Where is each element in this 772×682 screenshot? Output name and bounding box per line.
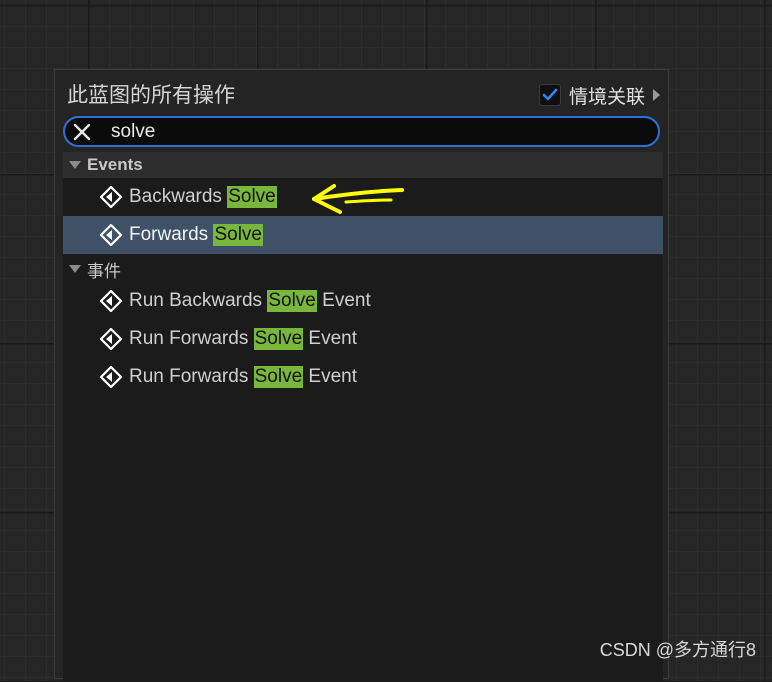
checkmark-icon — [542, 88, 558, 101]
event-node-icon — [99, 185, 123, 209]
search-box[interactable] — [63, 116, 660, 147]
panel-title: 此蓝图的所有操作 — [67, 83, 235, 107]
item-text-suffix: Event — [303, 328, 358, 349]
category-label: 事件 — [87, 261, 121, 281]
search-match-highlight: Solve — [213, 224, 263, 246]
search-match-highlight: Solve — [227, 186, 277, 208]
list-item-run-backwards-solve-event[interactable]: Run Backwards Solve Event — [63, 282, 663, 320]
item-text-prefix: Run Forwards — [129, 328, 254, 349]
action-menu-panel: 此蓝图的所有操作 情境关联 Events Backwards — [54, 69, 669, 682]
yellow-arrow-annotation-icon — [312, 184, 404, 214]
item-text-prefix: Run Backwards — [129, 290, 268, 311]
collapse-arrow-icon[interactable] — [69, 161, 81, 169]
item-text-suffix: Event — [303, 366, 358, 387]
item-text-prefix: Backwards — [129, 186, 228, 207]
clear-search-icon[interactable] — [73, 123, 91, 141]
category-events[interactable]: Events — [63, 152, 663, 178]
search-match-highlight: Solve — [267, 290, 317, 312]
category-label: Events — [87, 155, 143, 174]
context-sensitive-checkbox[interactable] — [538, 84, 561, 106]
context-sensitive-label: 情境关联 — [568, 85, 645, 108]
item-text-prefix: Forwards — [129, 224, 214, 245]
search-match-highlight: Solve — [253, 366, 304, 388]
context-sensitive-toggle[interactable]: 情境关联 — [538, 82, 660, 108]
list-item-run-forwards-solve-event-2[interactable]: Run Forwards Solve Event — [63, 358, 663, 396]
event-node-icon — [99, 365, 123, 389]
list-item-forwards-solve[interactable]: Forwards Solve — [63, 216, 663, 254]
expand-right-icon[interactable] — [653, 89, 660, 101]
collapse-arrow-icon[interactable] — [69, 265, 81, 273]
search-input[interactable] — [111, 120, 631, 144]
item-text-prefix: Run Forwards — [129, 366, 254, 387]
event-node-icon — [99, 289, 123, 313]
action-list: Events Backwards Solve Forwards Solve 事件 — [63, 152, 663, 682]
panel-header: 此蓝图的所有操作 情境关联 — [67, 80, 660, 110]
event-node-icon — [99, 223, 123, 247]
watermark: CSDN @多方通行8 — [599, 640, 756, 660]
event-node-icon — [99, 327, 123, 351]
list-item-run-forwards-solve-event[interactable]: Run Forwards Solve Event — [63, 320, 663, 358]
category-shijian[interactable]: 事件 — [63, 256, 663, 282]
item-text-suffix: Event — [316, 290, 371, 311]
search-match-highlight: Solve — [253, 328, 304, 350]
